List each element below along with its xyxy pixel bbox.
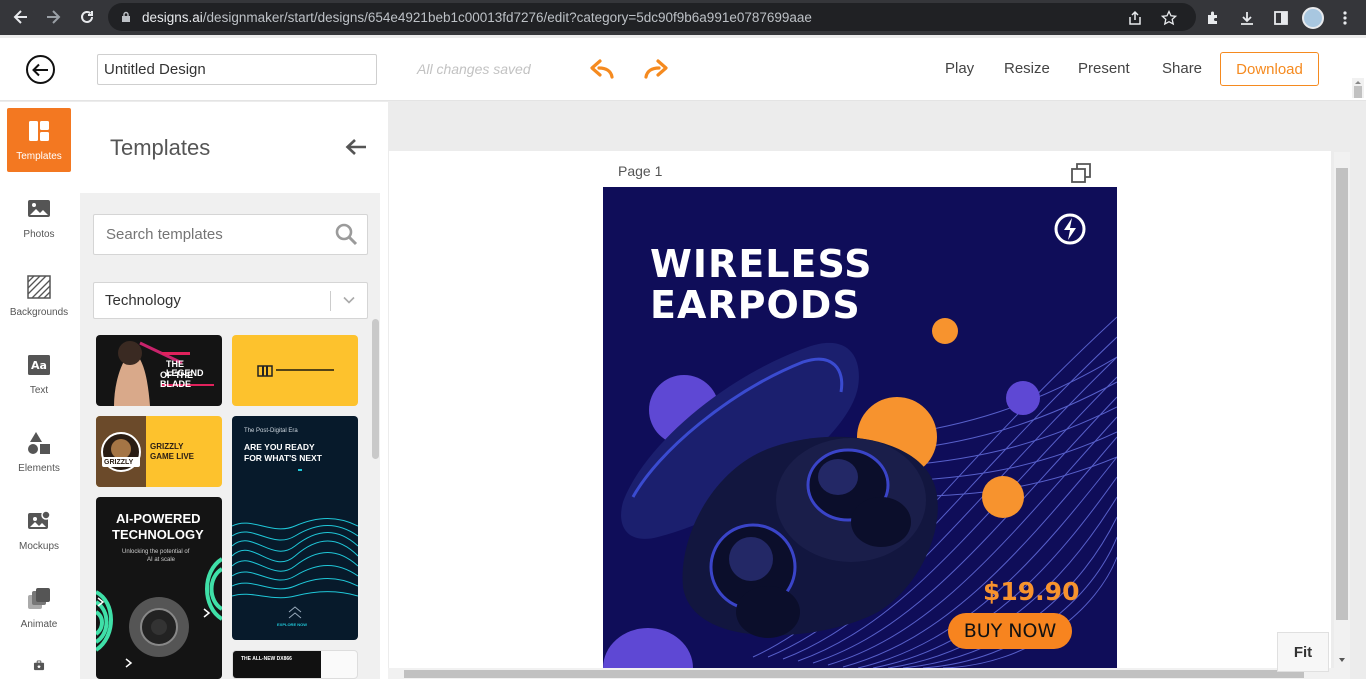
- rail-elements[interactable]: Elements: [7, 420, 71, 484]
- photos-icon: [28, 199, 50, 217]
- arrow-left-icon: [345, 139, 366, 155]
- url-path: /designmaker/start/designs/654e4921beb1c…: [202, 9, 812, 25]
- thumb-dx866-line1: THE ALL-NEW DX866: [241, 656, 292, 662]
- duplicate-page-icon[interactable]: [1070, 162, 1092, 184]
- thumb-grizzly-line2: GAME LIVE: [150, 452, 195, 461]
- template-thumb-ai[interactable]: AI-POWERED TECHNOLOGY Unlocking the pote…: [96, 497, 222, 679]
- template-thumb-yellow[interactable]: [232, 335, 358, 406]
- template-thumb-dx866[interactable]: THE ALL-NEW DX866: [232, 650, 358, 679]
- design-title-input[interactable]: [97, 54, 377, 85]
- page-area: Page 1 WIRELESS EARPODS $19.90 BUY NOW: [389, 151, 1331, 668]
- mockups-icon: [28, 509, 51, 529]
- thumb-ai-line1: AI-POWERED: [116, 511, 201, 526]
- rail-label-animate: Animate: [20, 618, 58, 630]
- rail-animate[interactable]: Animate: [7, 576, 71, 640]
- briefcase-icon: [33, 660, 45, 671]
- thumb-legend-line2: OF THE BLADE: [160, 370, 193, 390]
- design-title-line1: WIRELESS: [650, 242, 873, 286]
- thumb-grizzly-badge: GRIZZLY: [104, 459, 134, 466]
- rail-label-elements: Elements: [18, 462, 60, 474]
- design-buy-button: BUY NOW: [948, 613, 1072, 649]
- download-button[interactable]: Download: [1220, 52, 1319, 86]
- arrow-left-icon: [32, 63, 48, 76]
- redo-button[interactable]: [643, 57, 669, 83]
- svg-text:Aa: Aa: [31, 359, 47, 372]
- templates-panel: Templates Technology THE LEGEND OF THE B…: [79, 102, 388, 679]
- app-header: All changes saved Play Resize Present Sh…: [0, 38, 1366, 101]
- design-canvas[interactable]: WIRELESS EARPODS $19.90 BUY NOW: [603, 187, 1117, 668]
- thumb-ready-cta: EXPLORE NOW: [277, 622, 308, 627]
- save-status: All changes saved: [417, 61, 531, 77]
- lock-icon: [122, 11, 130, 22]
- rail-templates[interactable]: Templates: [7, 108, 71, 172]
- template-thumb-legend[interactable]: THE LEGEND OF THE BLADE: [96, 335, 222, 406]
- canvas-workspace: Page 1 WIRELESS EARPODS $19.90 BUY NOW F…: [388, 102, 1366, 679]
- undo-button[interactable]: [589, 57, 615, 83]
- rail-photos[interactable]: Photos: [7, 186, 71, 250]
- bookmark-star-icon[interactable]: [1156, 5, 1182, 31]
- template-thumb-ready[interactable]: The Post-Digital Era ARE YOU READY FOR W…: [232, 416, 358, 640]
- rail-backgrounds[interactable]: Backgrounds: [7, 264, 71, 328]
- rail-label-backgrounds: Backgrounds: [9, 306, 69, 318]
- rail-mockups[interactable]: Mockups: [7, 498, 71, 562]
- design-price: $19.90: [983, 577, 1080, 606]
- scroll-down-icon[interactable]: [1334, 653, 1350, 667]
- side-panel-icon[interactable]: [1268, 5, 1294, 31]
- browser-menu-icon[interactable]: [1332, 5, 1358, 31]
- category-value: Technology: [105, 292, 181, 309]
- share-page-icon[interactable]: [1122, 5, 1148, 31]
- thumb-grizzly-line1: GRIZZLY: [150, 442, 184, 451]
- category-select[interactable]: Technology: [93, 282, 368, 319]
- template-thumb-grizzly[interactable]: GRIZZLY GRIZZLY GAME LIVE: [96, 416, 222, 487]
- downloads-icon[interactable]: [1234, 5, 1260, 31]
- play-button[interactable]: Play: [945, 60, 974, 77]
- thumb-ai-line2: TECHNOLOGY: [112, 527, 204, 542]
- browser-reload-icon[interactable]: [72, 2, 102, 32]
- brand-logo-icon: [1054, 213, 1086, 245]
- canvas-horizontal-scrollbar[interactable]: [388, 668, 1334, 679]
- browser-toolbar: designs.ai/designmaker/start/designs/654…: [0, 0, 1366, 35]
- tool-rail: Templates Photos Backgrounds Aa Text Ele…: [0, 102, 79, 679]
- rail-text[interactable]: Aa Text: [7, 342, 71, 406]
- address-bar[interactable]: designs.ai/designmaker/start/designs/654…: [108, 3, 1196, 31]
- collapse-panel-button[interactable]: [345, 138, 367, 156]
- thumb-ai-sub2: AI at scale: [147, 557, 176, 563]
- resize-button[interactable]: Resize: [1004, 60, 1050, 77]
- present-button[interactable]: Present: [1078, 60, 1130, 77]
- page-label: Page 1: [618, 163, 663, 179]
- design-title-line2: EARPODS: [650, 283, 861, 327]
- profile-avatar[interactable]: [1302, 7, 1324, 29]
- browser-back-icon[interactable]: [6, 2, 36, 32]
- rail-label-photos: Photos: [23, 228, 55, 240]
- panel-title: Templates: [110, 135, 211, 160]
- redo-icon: [644, 59, 668, 79]
- templates-list: Technology THE LEGEND OF THE BLADE: [80, 193, 380, 679]
- undo-icon: [590, 59, 614, 79]
- share-button[interactable]: Share: [1162, 60, 1202, 77]
- canvas-vertical-scrollbar[interactable]: [1334, 152, 1350, 679]
- rail-label-templates: Templates: [16, 150, 62, 162]
- exit-editor-button[interactable]: [26, 55, 55, 84]
- search-templates-input[interactable]: [93, 214, 368, 255]
- rail-label-mockups: Mockups: [18, 540, 59, 552]
- extensions-icon[interactable]: [1200, 5, 1226, 31]
- browser-forward-icon[interactable]: [38, 2, 68, 32]
- text-icon: Aa: [28, 354, 50, 375]
- rail-label-text: Text: [29, 384, 49, 396]
- thumb-ready-line1: ARE YOU READY: [244, 442, 315, 452]
- elements-icon: [28, 431, 50, 454]
- rail-more[interactable]: [7, 654, 71, 679]
- search-icon[interactable]: [334, 222, 358, 246]
- thumb-ai-sub1: Unlocking the potential of: [122, 549, 190, 555]
- templates-icon: [29, 120, 49, 141]
- url-host: designs.ai: [142, 9, 203, 25]
- backgrounds-icon: [27, 274, 51, 299]
- thumb-ready-line2: FOR WHAT'S NEXT: [244, 453, 322, 463]
- thumb-ready-kicker: The Post-Digital Era: [244, 428, 298, 434]
- animate-icon: [28, 587, 50, 609]
- chevron-down-icon: [343, 296, 355, 304]
- fit-zoom-button[interactable]: Fit: [1277, 632, 1329, 672]
- page-scrollbar-up[interactable]: [1352, 78, 1364, 98]
- templates-scrollbar[interactable]: [372, 319, 379, 459]
